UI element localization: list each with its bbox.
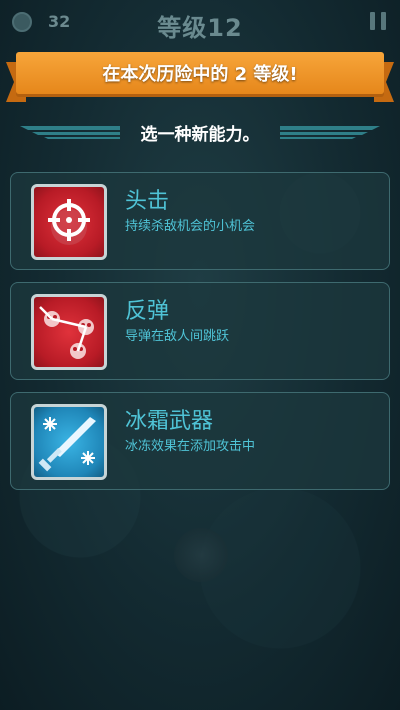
ability-description: 冰冻效果在添加攻击中 <box>125 439 256 454</box>
level-up-banner: 在本次历险中的 2 等级! <box>6 52 394 102</box>
ability-description: 导弹在敌人间跳跃 <box>125 329 230 344</box>
frost-dagger-icon <box>31 404 107 480</box>
bouncing-skulls-icon <box>31 294 107 370</box>
crosshair-skull-icon <box>31 184 107 260</box>
ability-title: 冰霜武器 <box>125 409 214 434</box>
ability-card-ricochet[interactable]: 反弹 导弹在敌人间跳跃 <box>10 282 390 380</box>
joystick-orb <box>174 528 228 582</box>
ability-card-headshot[interactable]: 头击 持续杀敌机会的小机会 <box>10 172 390 270</box>
choose-ability-subtitle: 选一种新能力。 <box>140 125 260 145</box>
ability-description: 持续杀敌机会的小机会 <box>125 219 256 234</box>
subtitle-header: 选一种新能力。 <box>20 114 380 150</box>
level-title: 等级12 <box>157 14 243 42</box>
pause-icon[interactable] <box>370 12 386 30</box>
ability-card-frost-weapon[interactable]: 冰霜武器 冰冻效果在添加攻击中 <box>10 392 390 490</box>
ability-title: 反弹 <box>125 299 170 324</box>
banner-text: 在本次历险中的 2 等级! <box>16 52 384 94</box>
ability-title: 头击 <box>125 189 170 214</box>
top-bar: 32 等级12 <box>0 0 400 44</box>
